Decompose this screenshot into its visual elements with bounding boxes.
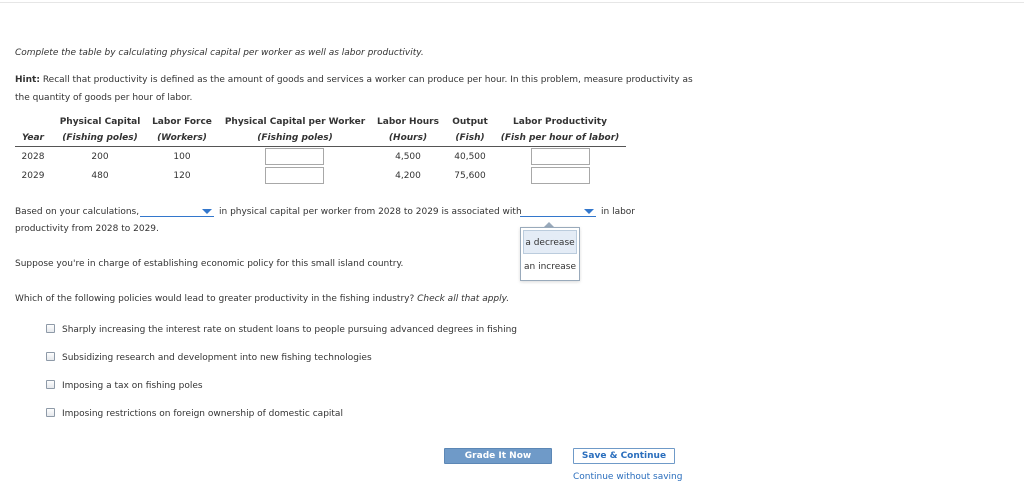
option-label[interactable]: Imposing a tax on fishing poles [62, 381, 203, 391]
cell-labor-hours: 4,200 [395, 171, 421, 181]
cell-output: 75,600 [454, 171, 486, 181]
grade-it-now-button[interactable]: Grade It Now [444, 448, 552, 464]
cell-output: 40,500 [454, 152, 486, 162]
header-capital-per-worker-unit: (Fishing poles) [257, 133, 333, 143]
cell-physical-capital: 200 [91, 152, 109, 162]
change-dropdown[interactable] [140, 206, 214, 217]
header-output-unit: (Fish) [455, 133, 485, 143]
header-labor-force-unit: (Workers) [157, 133, 207, 143]
chevron-down-icon [584, 209, 594, 214]
sentence-part-4: productivity from 2028 to 2029. [15, 224, 159, 234]
hint-line-2: the quantity of goods per hour of labor. [15, 93, 193, 103]
header-labor-productivity-unit: (Fish per hour of labor) [500, 133, 620, 143]
cell-labor-force: 120 [173, 171, 191, 181]
option-label[interactable]: Sharply increasing the interest rate on … [62, 325, 517, 335]
cell-year: 2029 [21, 171, 45, 181]
chevron-down-icon [202, 209, 212, 214]
option-label[interactable]: Subsidizing research and development int… [62, 353, 372, 363]
cell-year: 2028 [21, 152, 45, 162]
header-physical-capital: Physical Capital [59, 117, 141, 127]
cell-labor-hours: 4,500 [395, 152, 421, 162]
checkbox[interactable] [46, 408, 55, 417]
save-continue-button[interactable]: Save & Continue [573, 448, 675, 464]
hint-text: Recall that productivity is defined as t… [42, 75, 693, 85]
continue-without-saving-link[interactable]: Continue without saving [573, 472, 682, 482]
cell-labor-force: 100 [173, 152, 191, 162]
productivity-dropdown[interactable] [520, 206, 596, 217]
header-capital-per-worker: Physical Capital per Worker [224, 117, 366, 127]
header-output: Output [452, 117, 488, 127]
question-main: Which of the following policies would le… [15, 294, 415, 304]
capital-per-worker-input-2028[interactable] [265, 148, 324, 165]
header-labor-force: Labor Force [152, 117, 212, 127]
scenario-text: Suppose you're in charge of establishing… [15, 259, 404, 269]
checkbox[interactable] [46, 352, 55, 361]
cell-physical-capital: 480 [91, 171, 109, 181]
checkbox[interactable] [46, 324, 55, 333]
option-a-decrease[interactable]: a decrease [523, 230, 577, 254]
question-text: Which of the following policies would le… [15, 294, 509, 304]
header-labor-hours-unit: (Hours) [388, 133, 428, 143]
hint-label: Hint: [15, 75, 40, 85]
hint-line-1: Hint: Recall that productivity is define… [15, 75, 693, 85]
checkbox[interactable] [46, 380, 55, 389]
top-divider [0, 2, 1024, 3]
capital-per-worker-input-2029[interactable] [265, 167, 324, 184]
dropdown-popup: a decrease an increase [520, 227, 580, 281]
table-header-rule [15, 146, 626, 147]
option-an-increase[interactable]: an increase [523, 255, 577, 279]
instruction-text: Complete the table by calculating physic… [15, 48, 424, 58]
header-year: Year [22, 133, 44, 143]
question-emphasis: Check all that apply. [417, 294, 510, 304]
sentence-part-2: in physical capital per worker from 2028… [219, 207, 522, 217]
header-labor-hours: Labor Hours [377, 117, 439, 127]
labor-productivity-input-2028[interactable] [531, 148, 590, 165]
sentence-part-1: Based on your calculations, [15, 207, 140, 217]
header-physical-capital-unit: (Fishing poles) [62, 133, 138, 143]
sentence-part-3: in labor [601, 207, 636, 217]
header-labor-productivity: Labor Productivity [513, 117, 607, 127]
option-label[interactable]: Imposing restrictions on foreign ownersh… [62, 409, 343, 419]
labor-productivity-input-2029[interactable] [531, 167, 590, 184]
